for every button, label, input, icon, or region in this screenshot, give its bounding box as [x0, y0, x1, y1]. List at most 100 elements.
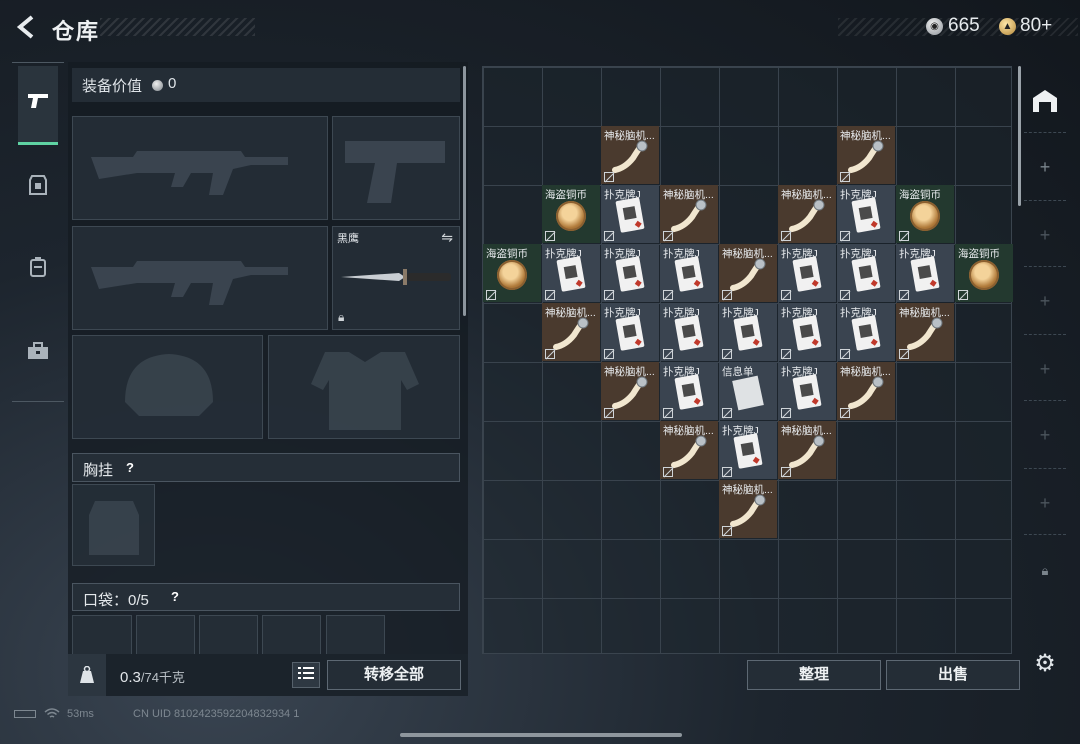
coin-item-cell[interactable]: 海盗铜币: [542, 185, 600, 243]
pocket-slot[interactable]: [199, 615, 258, 655]
primary-weapon-slot[interactable]: [72, 116, 328, 220]
card-item-cell[interactable]: 扑克牌J: [896, 244, 954, 302]
weight-max: /74千克: [140, 670, 185, 685]
info-sheet-icon: [732, 375, 764, 411]
brain-chip-icon: [788, 199, 828, 233]
settings-gear-icon[interactable]: ⚙: [1024, 642, 1066, 684]
pocket-slot[interactable]: [136, 615, 195, 655]
card-item-cell[interactable]: 扑克牌J: [778, 244, 836, 302]
no-insure-icon: [899, 349, 909, 359]
brain-item-cell[interactable]: 神秘脑机...: [778, 421, 836, 479]
card-item-cell[interactable]: 扑克牌J: [778, 362, 836, 420]
tab-backpack[interactable]: [18, 232, 58, 308]
playing-card-icon: [674, 374, 704, 410]
equipment-value-label: 装备价值: [82, 78, 143, 95]
stash-icon[interactable]: [1024, 80, 1066, 122]
melee-slot[interactable]: 黑鹰 ⇋ 🔒︎: [332, 226, 460, 330]
add-stash-icon[interactable]: +: [1024, 214, 1066, 256]
no-insure-icon: [663, 349, 673, 359]
list-view-button[interactable]: [292, 662, 320, 688]
no-insure-icon: [722, 349, 732, 359]
pocket-slot[interactable]: [262, 615, 321, 655]
card-item-cell[interactable]: 扑克牌J: [660, 362, 718, 420]
body-armor-slot[interactable]: [268, 335, 460, 439]
locked-stash-icon[interactable]: 🔒︎: [1024, 550, 1066, 592]
armor-vest-icon: [28, 174, 48, 202]
back-icon[interactable]: [14, 14, 40, 40]
divider: [1024, 468, 1066, 469]
transfer-all-button[interactable]: 转移全部: [327, 660, 461, 690]
card-item-cell[interactable]: 扑克牌J: [719, 421, 777, 479]
pocket-slot[interactable]: [326, 615, 385, 655]
value-coin-icon: [152, 80, 163, 91]
card-item-cell[interactable]: 扑克牌J: [837, 185, 895, 243]
no-insure-icon: [663, 467, 673, 477]
swap-icon[interactable]: ⇋: [441, 229, 453, 246]
coin-item-cell[interactable]: 海盗铜币: [483, 244, 541, 302]
brain-item-cell[interactable]: 神秘脑机...: [660, 185, 718, 243]
coin-item-cell[interactable]: 海盗铜币: [955, 244, 1013, 302]
card-item-cell[interactable]: 扑克牌J: [778, 303, 836, 361]
no-insure-icon: [840, 172, 850, 182]
card-item-cell[interactable]: 扑克牌J: [660, 303, 718, 361]
brain-item-cell[interactable]: 神秘脑机...: [719, 480, 777, 538]
brain-item-cell[interactable]: 神秘脑机...: [601, 126, 659, 184]
brain-item-cell[interactable]: 神秘脑机...: [837, 362, 895, 420]
rifle-silhouette-icon: [91, 151, 288, 195]
add-stash-icon[interactable]: +: [1024, 280, 1066, 322]
add-stash-icon[interactable]: +: [1024, 146, 1066, 188]
no-insure-icon: [604, 231, 614, 241]
sell-button[interactable]: 出售: [886, 660, 1020, 690]
no-insure-icon: [604, 349, 614, 359]
help-icon[interactable]: ?: [121, 459, 139, 477]
pocket-slot[interactable]: [72, 615, 132, 655]
help-icon[interactable]: ?: [166, 588, 184, 606]
melee-label: 黑鹰: [337, 233, 359, 245]
lock-icon: 🔒︎: [338, 310, 345, 324]
card-item-cell[interactable]: 扑克牌J: [601, 303, 659, 361]
sort-button[interactable]: 整理: [747, 660, 881, 690]
add-stash-icon[interactable]: +: [1024, 482, 1066, 524]
card-item-cell[interactable]: 扑克牌J: [601, 244, 659, 302]
card-item-cell[interactable]: 扑克牌J: [837, 303, 895, 361]
playing-card-icon: [615, 197, 645, 233]
card-item-cell[interactable]: 扑克牌J: [542, 244, 600, 302]
tab-weapons[interactable]: [18, 66, 58, 145]
brain-chip-icon: [611, 376, 651, 410]
helmet-slot[interactable]: [72, 335, 263, 439]
divider: [1024, 266, 1066, 267]
silver-currency-value: 665: [948, 15, 980, 36]
divider: [1024, 132, 1066, 133]
no-insure-icon: [840, 231, 850, 241]
no-insure-icon: [958, 290, 968, 300]
tab-toolbox[interactable]: [18, 316, 58, 392]
weight-current: 0.3: [120, 669, 141, 686]
brain-item-cell[interactable]: 神秘脑机...: [778, 185, 836, 243]
card-item-cell[interactable]: 扑克牌J: [601, 185, 659, 243]
no-insure-icon: [545, 349, 555, 359]
brain-chip-icon: [670, 435, 710, 469]
chest-rig-label: 胸挂: [83, 462, 114, 479]
card-item-cell[interactable]: 扑克牌J: [719, 303, 777, 361]
brain-item-cell[interactable]: 神秘脑机...: [837, 126, 895, 184]
chest-rig-silhouette-icon: [89, 501, 139, 555]
stash-scrollbar[interactable]: [1018, 66, 1021, 206]
tab-armor[interactable]: [18, 150, 58, 226]
card-item-cell[interactable]: 扑克牌J: [660, 244, 718, 302]
secondary-weapon-slot[interactable]: [72, 226, 328, 330]
paper-item-cell[interactable]: 信息单: [719, 362, 777, 420]
equipment-scrollbar[interactable]: [463, 66, 466, 316]
brain-item-cell[interactable]: 神秘脑机...: [601, 362, 659, 420]
brain-item-cell[interactable]: 神秘脑机...: [542, 303, 600, 361]
brain-item-cell[interactable]: 神秘脑机...: [660, 421, 718, 479]
gold-currency-value[interactable]: 80+: [1020, 15, 1052, 37]
brain-item-cell[interactable]: 神秘脑机...: [896, 303, 954, 361]
brain-item-cell[interactable]: 神秘脑机...: [719, 244, 777, 302]
ping-value: 53ms: [67, 708, 94, 720]
add-stash-icon[interactable]: +: [1024, 348, 1066, 390]
coin-item-cell[interactable]: 海盗铜币: [896, 185, 954, 243]
add-stash-icon[interactable]: +: [1024, 414, 1066, 456]
card-item-cell[interactable]: 扑克牌J: [837, 244, 895, 302]
chest-rig-slot[interactable]: [72, 484, 155, 566]
pistol-slot[interactable]: [332, 116, 460, 220]
